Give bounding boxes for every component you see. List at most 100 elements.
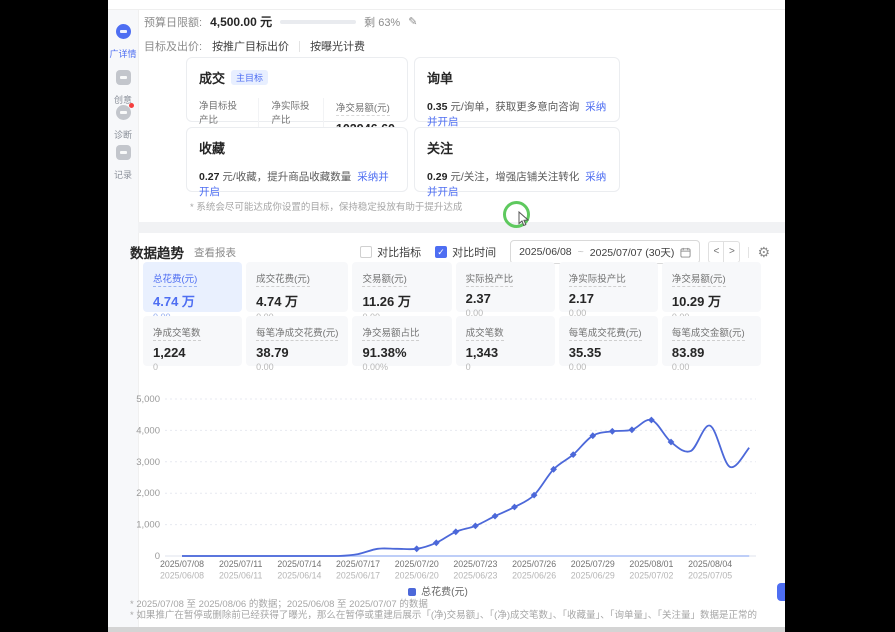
metric-value: 10.29 万 bbox=[672, 291, 751, 310]
budget-edit-icon[interactable]: ✎ bbox=[408, 15, 417, 28]
data-point-marker[interactable] bbox=[452, 528, 459, 535]
y-tick-label: 5,000 bbox=[136, 394, 160, 405]
metric-value: 35.35 bbox=[569, 345, 648, 360]
sidebar-item-0[interactable]: 广详情 bbox=[108, 24, 138, 60]
metric-card-8[interactable]: 净交易额占比91.38%0.00% bbox=[352, 316, 451, 366]
x-tick-label: 2025/08/01 bbox=[629, 559, 673, 569]
prev-period-button[interactable]: < bbox=[708, 241, 724, 263]
metric-card-10[interactable]: 每笔成交花费(元)35.350.00 bbox=[559, 316, 658, 366]
section-divider bbox=[138, 222, 785, 233]
y-tick-label: 1,000 bbox=[136, 520, 160, 531]
goal-card-follow: 关注 0.29 元/关注，增强店铺关注转化采纳并开启 bbox=[414, 127, 620, 192]
sidebar-item-label: 广详情 bbox=[108, 47, 138, 60]
x-tick-label: 2025/07/23 bbox=[453, 559, 497, 569]
bidding-divider bbox=[299, 41, 300, 52]
notification-dot bbox=[129, 103, 134, 108]
metric-value: 4.74 万 bbox=[153, 291, 232, 310]
metric-value: 4.74 万 bbox=[256, 291, 338, 310]
budget-remaining: 剩 63% bbox=[364, 14, 400, 30]
compare-metric-label: 对比指标 bbox=[377, 244, 421, 260]
x-tick-compare-label: 2025/07/05 bbox=[688, 571, 732, 581]
diagnose-icon bbox=[116, 105, 131, 120]
metric-card-3[interactable]: 实际投产比2.370.00 bbox=[456, 262, 555, 312]
metric-compare-value: 0.00 bbox=[256, 362, 338, 372]
metric-label: 净实际投产比 bbox=[569, 271, 626, 287]
bidding-option-impression[interactable]: 按曝光计费 bbox=[310, 38, 365, 54]
daily-budget-value: 4,500.00 元 bbox=[210, 13, 272, 30]
metric-card-4[interactable]: 净实际投产比2.170.00 bbox=[559, 262, 658, 312]
y-tick-label: 4,000 bbox=[136, 425, 160, 436]
data-point-marker[interactable] bbox=[492, 513, 499, 520]
budget-progress-bar bbox=[280, 20, 356, 24]
compare-metric-checkbox[interactable] bbox=[360, 246, 372, 258]
metric-value: 91.38% bbox=[362, 345, 441, 360]
top-strip bbox=[108, 0, 785, 10]
sidebar-item-3[interactable]: 记录 bbox=[108, 145, 138, 181]
data-point-marker[interactable] bbox=[629, 426, 636, 433]
daily-budget-row: 预算日限额: 4,500.00 元 剩 63% ✎ bbox=[144, 13, 417, 30]
metric-value: 38.79 bbox=[256, 345, 338, 360]
bidding-option-goal[interactable]: 按推广目标出价 bbox=[212, 38, 289, 54]
sidebar-item-2[interactable]: 诊断 bbox=[108, 105, 138, 141]
data-point-marker[interactable] bbox=[433, 539, 440, 546]
sidebar-item-1[interactable]: 创意 bbox=[108, 70, 138, 106]
sidebar-item-label: 诊断 bbox=[108, 128, 138, 141]
favorite-card-title: 收藏 bbox=[199, 138, 395, 157]
date-range-input[interactable]: 2025/06/08 ~ 2025/07/07 (30天) bbox=[510, 240, 700, 264]
metric-card-2[interactable]: 交易额(元)11.26 万0.00 bbox=[352, 262, 451, 312]
data-point-marker[interactable] bbox=[472, 523, 479, 530]
metric-label: 每笔成交金额(元) bbox=[672, 325, 745, 341]
metric-card-0[interactable]: 总花费(元)4.74 万0.00 bbox=[143, 262, 242, 312]
legend-label: 总花费(元) bbox=[421, 587, 468, 598]
view-report-link[interactable]: 查看报表 bbox=[194, 245, 236, 260]
metric-value: 11.26 万 bbox=[362, 291, 441, 310]
x-tick-label: 2025/07/11 bbox=[219, 559, 262, 569]
trend-header: 数据趋势 查看报表 对比指标 ✓ 对比时间 2025/06/08 ~ 2025/… bbox=[130, 240, 770, 264]
metric-compare-value: 0.00 bbox=[569, 362, 648, 372]
metric-compare-value: 0 bbox=[466, 362, 545, 372]
data-point-marker[interactable] bbox=[609, 428, 616, 435]
metric-compare-value: 0.00 bbox=[672, 362, 751, 372]
creative-icon bbox=[116, 70, 131, 85]
x-tick-label: 2025/07/08 bbox=[160, 559, 204, 569]
metric-compare-value: 0 bbox=[153, 362, 232, 372]
metric-card-1[interactable]: 成交花费(元)4.74 万0.00 bbox=[246, 262, 348, 312]
data-point-marker[interactable] bbox=[511, 504, 518, 511]
x-tick-label: 2025/07/26 bbox=[512, 559, 556, 569]
mouse-cursor-icon bbox=[518, 211, 530, 227]
metric-value: 2.17 bbox=[569, 291, 648, 306]
metric-value: 83.89 bbox=[672, 345, 751, 360]
floating-edge-button[interactable] bbox=[777, 583, 785, 601]
metric-label: 成交笔数 bbox=[466, 325, 504, 341]
metric-label: 每笔成交花费(元) bbox=[569, 325, 642, 341]
metric-card-9[interactable]: 成交笔数1,3430 bbox=[456, 316, 555, 366]
y-tick-label: 3,000 bbox=[136, 457, 160, 468]
data-point-marker[interactable] bbox=[413, 545, 420, 552]
y-tick-label: 2,000 bbox=[136, 488, 160, 499]
metric-card-11[interactable]: 每笔成交金额(元)83.890.00 bbox=[662, 316, 761, 366]
x-tick-compare-label: 2025/06/20 bbox=[395, 571, 439, 581]
gear-icon[interactable]: ⚙ bbox=[757, 244, 770, 261]
metric-label: 每笔净成交花费(元) bbox=[256, 325, 338, 341]
metric-card-7[interactable]: 每笔净成交花费(元)38.790.00 bbox=[246, 316, 348, 366]
x-tick-compare-label: 2025/07/02 bbox=[629, 571, 673, 581]
x-tick-compare-label: 2025/06/29 bbox=[571, 571, 615, 581]
metric-label: 净交易额占比 bbox=[362, 325, 419, 341]
metric-label: 成交花费(元) bbox=[256, 271, 310, 287]
next-period-button[interactable]: > bbox=[724, 241, 740, 263]
x-tick-compare-label: 2025/06/08 bbox=[160, 571, 204, 581]
compare-time-checkbox[interactable]: ✓ bbox=[435, 246, 447, 258]
legend-marker bbox=[408, 588, 416, 596]
trend-section-title: 数据趋势 bbox=[130, 242, 184, 262]
follow-card-title: 关注 bbox=[427, 138, 607, 157]
inquiry-card-title: 询单 bbox=[427, 68, 607, 87]
calendar-icon bbox=[680, 247, 691, 258]
x-tick-compare-label: 2025/06/14 bbox=[277, 571, 321, 581]
x-tick-compare-label: 2025/06/17 bbox=[336, 571, 380, 581]
metric-card-6[interactable]: 净成交笔数1,2240 bbox=[143, 316, 242, 366]
metric-card-5[interactable]: 净交易额(元)10.29 万0.00 bbox=[662, 262, 761, 312]
x-tick-compare-label: 2025/06/23 bbox=[453, 571, 497, 581]
bidding-label: 目标及出价: bbox=[144, 38, 202, 54]
record-icon bbox=[116, 145, 131, 160]
metric-label: 交易额(元) bbox=[362, 271, 406, 287]
